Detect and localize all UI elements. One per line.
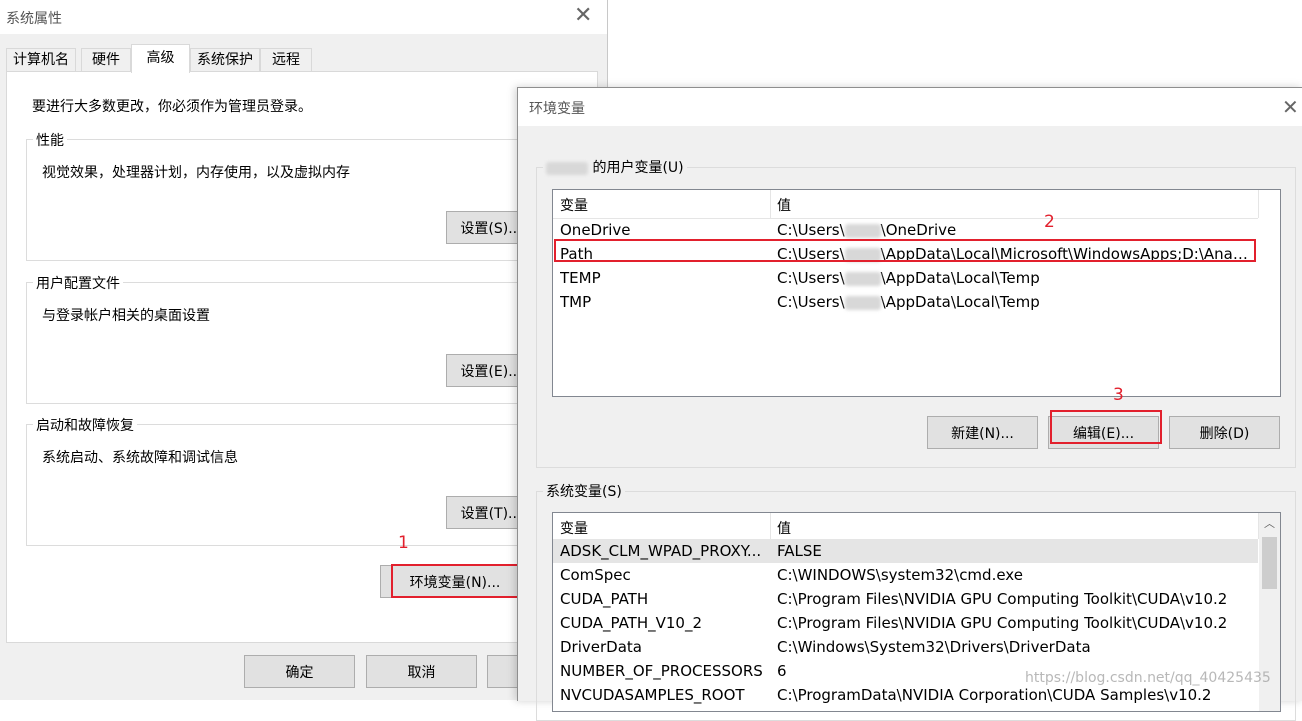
variable-value: C:\Users\llllulu\AppData\Local\Temp	[777, 266, 1255, 290]
list-header: 变量 值	[553, 513, 1259, 539]
blurred-username: llllulu	[844, 271, 881, 286]
variable-name: OneDrive	[560, 221, 631, 239]
system-variable-rows: ADSK_CLM_WPAD_PROXY... FALSE ComSpec C:\WIN…	[553, 539, 1258, 711]
dialog-title: 环境变量	[529, 101, 585, 117]
column-divider[interactable]	[1258, 190, 1259, 218]
startup-recovery-group-title: 启动和故障恢复	[33, 415, 137, 435]
annotation-1: 1	[398, 533, 409, 553]
system-variables-group: 系统变量(S) 变量 值 ADSK_CLM_WPAD_PROXY... FALSE…	[536, 481, 1296, 721]
user-variable-row[interactable]: Path C:\Users\llllulu\AppData\Local\Micro…	[553, 242, 1280, 266]
tab-advanced[interactable]: 高级	[131, 44, 190, 73]
admin-note: 要进行大多数更改，你必须作为管理员登录。	[32, 99, 312, 115]
delete-user-variable-button[interactable]: 删除(D)	[1169, 416, 1280, 449]
tab-computer-name[interactable]: 计算机名	[6, 48, 76, 72]
variable-value-prefix: C:\Users\	[777, 269, 845, 287]
variable-value: FALSE	[777, 542, 822, 560]
user-variables-label: 的用户变量(U)	[592, 160, 684, 176]
variable-value-suffix: \AppData\Local\Microsoft\WindowsApps;D:\…	[880, 245, 1255, 263]
blurred-username: llllulu	[546, 162, 588, 175]
variable-name: CUDA_PATH	[560, 590, 649, 608]
variable-name: TEMP	[560, 269, 601, 287]
ok-button[interactable]: 确定	[244, 655, 355, 688]
column-header-value[interactable]: 值	[777, 195, 791, 215]
blurred-username: llllulu	[844, 247, 881, 262]
column-divider[interactable]	[770, 513, 771, 539]
variable-value-prefix: C:\Users\	[777, 245, 845, 263]
variable-value-prefix: C:\Users\	[777, 293, 845, 311]
tab-system-protection[interactable]: 系统保护	[190, 48, 260, 72]
variable-name: CUDA_PATH_V10_2	[560, 614, 703, 632]
variable-value: C:\ProgramData\NVIDIA Corporation\CUDA S…	[777, 686, 1212, 704]
user-variables-group-title: llllulu 的用户变量(U)	[543, 157, 687, 177]
tab-bar: 计算机名 硬件 高级 系统保护 远程	[6, 44, 606, 73]
window-title: 系统属性	[6, 11, 62, 27]
variable-value-suffix: \AppData\Local\Temp	[880, 269, 1040, 287]
variable-value: C:\Program Files\NVIDIA GPU Computing To…	[777, 614, 1228, 632]
variable-name: DriverData	[560, 638, 642, 656]
advanced-panel: 要进行大多数更改，你必须作为管理员登录。 性能 视觉效果，处理器计划，内存使用，…	[6, 71, 606, 643]
dialog-title-bar: 环境变量 ✕	[518, 88, 1302, 126]
variable-name: ComSpec	[560, 566, 631, 584]
user-variables-list[interactable]: 变量 值 OneDriveC:\Users\llllulu\OneDrivePa…	[552, 189, 1281, 397]
watermark: https://blog.csdn.net/qq_40425435	[1025, 670, 1271, 686]
performance-description: 视觉效果，处理器计划，内存使用，以及虚拟内存	[42, 165, 350, 181]
system-variable-row[interactable]: ComSpec C:\WINDOWS\system32\cmd.exe	[553, 563, 1258, 587]
column-header-variable[interactable]: 变量	[560, 518, 588, 538]
column-header-variable[interactable]: 变量	[560, 195, 588, 215]
annotation-3: 3	[1113, 385, 1124, 405]
startup-recovery-description: 系统启动、系统故障和调试信息	[42, 450, 238, 466]
cancel-button[interactable]: 取消	[366, 655, 477, 688]
close-icon[interactable]: ✕	[574, 3, 592, 28]
annotation-2: 2	[1044, 212, 1055, 232]
variable-value: C:\WINDOWS\system32\cmd.exe	[777, 566, 1023, 584]
variable-value: C:\Users\llllulu\OneDrive	[777, 218, 1255, 242]
variable-name: Path	[560, 245, 593, 263]
new-user-variable-button[interactable]: 新建(N)...	[927, 416, 1038, 449]
system-variable-row[interactable]: NVCUDASAMPLES_ROOT C:\ProgramData\NVIDIA …	[553, 683, 1258, 707]
variable-value-suffix: \AppData\Local\Temp	[880, 293, 1040, 311]
variable-name: ADSK_CLM_WPAD_PROXY...	[560, 542, 762, 560]
user-variable-rows: OneDriveC:\Users\llllulu\OneDrivePathC:\…	[553, 218, 1280, 396]
tab-remote[interactable]: 远程	[260, 48, 312, 72]
user-profiles-description: 与登录帐户相关的桌面设置	[42, 308, 210, 324]
tab-hardware[interactable]: 硬件	[81, 48, 131, 72]
variable-value: C:\Users\llllulu\AppData\Local\Microsoft…	[777, 242, 1255, 266]
user-profiles-group-title: 用户配置文件	[33, 273, 123, 293]
blurred-username: llllulu	[844, 295, 881, 310]
list-header: 变量 值	[553, 190, 1259, 219]
variable-value: C:\Windows\System32\Drivers\DriverData	[777, 638, 1091, 656]
blurred-username: llllulu	[844, 223, 881, 238]
scroll-up-arrow-icon[interactable]: ︿	[1264, 515, 1275, 531]
title-bar: 系统属性 ✕	[0, 0, 607, 34]
system-variable-row[interactable]: CUDA_PATH_V10_2 C:\Program Files\NVIDIA G…	[553, 611, 1258, 635]
variable-value: C:\Users\llllulu\AppData\Local\Temp	[777, 290, 1255, 314]
environment-variables-button[interactable]: 环境变量(N)...	[380, 565, 530, 598]
user-variable-row[interactable]: TMP C:\Users\llllulu\AppData\Local\Temp	[553, 290, 1280, 314]
dialog-close-icon[interactable]: ✕	[1282, 95, 1299, 119]
environment-variables-dialog: 环境变量 ✕ llllulu 的用户变量(U) 变量 值 OneDrive C:\…	[517, 87, 1302, 721]
user-variables-group: llllulu 的用户变量(U) 变量 值 OneDriveC:\Users\l…	[536, 157, 1296, 468]
user-variable-row[interactable]: OneDrive C:\Users\llllulu\OneDrive	[553, 218, 1280, 242]
scrollbar-thumb[interactable]	[1262, 537, 1277, 589]
user-variable-row[interactable]: TEMP C:\Users\llllulu\AppData\Local\Temp	[553, 266, 1280, 290]
variable-name: NVCUDASAMPLES_ROOT	[560, 686, 745, 704]
variable-name: TMP	[560, 293, 592, 311]
variable-value-suffix: \OneDrive	[880, 221, 957, 239]
column-divider[interactable]	[770, 190, 771, 218]
variable-name: NUMBER_OF_PROCESSORS	[560, 662, 763, 680]
system-variable-row[interactable]: ADSK_CLM_WPAD_PROXY... FALSE	[553, 539, 1258, 563]
variable-value: C:\Program Files\NVIDIA GPU Computing To…	[777, 590, 1228, 608]
column-header-value[interactable]: 值	[777, 518, 791, 538]
system-variable-row[interactable]: CUDA_PATH C:\Program Files\NVIDIA GPU Com…	[553, 587, 1258, 611]
system-variable-row[interactable]: DriverData C:\Windows\System32\Drivers\Dr…	[553, 635, 1258, 659]
performance-group-title: 性能	[33, 130, 67, 150]
system-variables-group-title: 系统变量(S)	[543, 481, 625, 501]
variable-value-prefix: C:\Users\	[777, 221, 845, 239]
edit-user-variable-button[interactable]: 编辑(E)...	[1048, 416, 1159, 449]
